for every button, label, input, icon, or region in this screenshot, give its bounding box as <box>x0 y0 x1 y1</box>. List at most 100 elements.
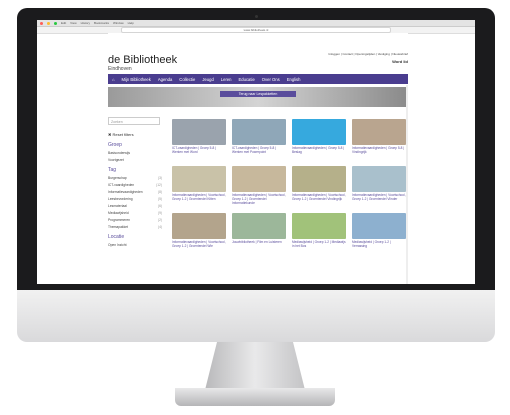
nav-item[interactable]: Mijn Bibliotheek <box>122 77 151 82</box>
lesson-card[interactable]: Informatievaardigheden | Voortschool, Gr… <box>172 213 226 252</box>
filter-item-count: (4) <box>157 225 162 229</box>
logo[interactable]: de Bibliotheek <box>108 55 177 66</box>
filter-item[interactable]: Programmeren (2) <box>108 218 162 222</box>
lesson-thumbnail[interactable] <box>352 213 406 239</box>
lesson-thumbnail[interactable] <box>172 166 226 192</box>
reset-label: Reset filters <box>112 132 134 137</box>
scrollbar[interactable] <box>406 85 408 284</box>
lesson-title[interactable]: ICT-vaardigheden | Groep 5-8 | Werken me… <box>172 146 226 158</box>
lesson-card[interactable]: Jouwbibliotheek | Film en Luisteren <box>232 213 286 252</box>
monitor-base <box>175 388 335 406</box>
back-button[interactable]: Terug naar Lespakketten <box>220 91 296 97</box>
lesson-title[interactable]: Jouwbibliotheek | Film en Luisteren <box>232 240 286 252</box>
filter-item-label: Informatievaardigheden <box>108 190 143 194</box>
filter-item[interactable]: Voortgezet <box>108 158 162 162</box>
lesson-title[interactable]: Informatievaardigheden | Voortschool, Gr… <box>292 193 346 205</box>
filter-item[interactable]: Mediawijsheid (9) <box>108 211 162 215</box>
menu-item[interactable]: History <box>81 21 90 25</box>
nav-item[interactable]: Collectie <box>179 77 195 82</box>
filter-item-label: Basisonderwijs <box>108 151 130 155</box>
home-icon[interactable]: ⌂ <box>112 77 115 82</box>
lesson-title[interactable]: Informatievaardigheden | Voortschool, Gr… <box>352 193 406 205</box>
lesson-card[interactable]: ICT-vaardigheden | Groep 5-8 | Werken me… <box>172 119 226 158</box>
minimize-icon[interactable] <box>47 21 50 25</box>
filter-item-count: (3) <box>157 176 162 180</box>
monitor-chin <box>17 290 495 342</box>
filter-item[interactable]: Leesbevordering (5) <box>108 197 162 201</box>
filter-item-count: (2) <box>157 218 162 222</box>
lesson-card[interactable]: Mediawijsheid | Groep 1-2 | Verrassing <box>352 213 406 252</box>
filter-item-label: Programmeren <box>108 218 130 222</box>
join-link[interactable]: Word lid <box>392 59 408 64</box>
lesson-title[interactable]: Mediawijsheid | Groep 1-2 | Mediawijs in… <box>292 240 346 252</box>
nav-item[interactable]: Jeugd <box>202 77 213 82</box>
lesson-thumbnail[interactable] <box>172 213 226 239</box>
lesson-thumbnail[interactable] <box>292 119 346 145</box>
nav-item[interactable]: Agenda <box>158 77 172 82</box>
lesson-thumbnail[interactable] <box>232 119 286 145</box>
lesson-thumbnail[interactable] <box>232 213 286 239</box>
nav-item[interactable]: Over Ons <box>262 77 280 82</box>
zoom-icon[interactable] <box>54 21 57 25</box>
lesson-thumbnail[interactable] <box>292 213 346 239</box>
lesson-card[interactable]: Informatievaardigheden | Voortschool, Gr… <box>232 166 286 205</box>
filter-item-label: Burgerschap <box>108 176 127 180</box>
filter-item-count: (12) <box>156 183 162 187</box>
filter-sidebar: Zoeken ✖ Reset filters Groep Basisonderwi… <box>108 117 166 282</box>
lesson-thumbnail[interactable] <box>172 119 226 145</box>
lesson-title[interactable]: Informatievaardigheden | Voortschool, Gr… <box>172 193 226 205</box>
filter-item[interactable]: Burgerschap (3) <box>108 176 162 180</box>
lesson-card[interactable]: Mediawijsheid | Groep 1-2 | Mediawijs in… <box>292 213 346 252</box>
lesson-card[interactable]: Informatievaardigheden | Groep 5-8 | Vin… <box>352 119 406 158</box>
filter-item[interactable]: Themapakket (4) <box>108 225 162 229</box>
imac-mockup: Edit View History Bookmarks Window Help … <box>0 0 510 415</box>
top-links[interactable]: Inloggen | Contact | Openingstijden | Ve… <box>329 52 409 56</box>
filter-item[interactable]: Open Inzicht <box>108 243 162 247</box>
lesson-card[interactable]: Informatievaardigheden | Groep 5-8 | Bes… <box>292 119 346 158</box>
lesson-card[interactable]: Informatievaardigheden | Voortschool, Gr… <box>172 166 226 205</box>
filter-item[interactable]: Basisonderwijs <box>108 151 162 155</box>
lesson-title[interactable]: Informatievaardigheden | Voortschool, Gr… <box>232 193 286 205</box>
menu-item[interactable]: Bookmarks <box>94 21 109 25</box>
hero-banner: Terug naar Lespakketten <box>108 87 408 107</box>
menu-item[interactable]: Edit <box>61 21 66 25</box>
lesson-card[interactable]: ICT-vaardigheden | Groep 5-8 | Werken me… <box>232 119 286 158</box>
filter-item-count: (8) <box>157 190 162 194</box>
menu-item[interactable]: View <box>70 21 76 25</box>
lesson-title[interactable]: ICT-vaardigheden | Groep 5-8 | Werken me… <box>232 146 286 158</box>
filter-item[interactable]: Lesmateriaal (6) <box>108 204 162 208</box>
monitor-stand <box>205 342 305 390</box>
browser-window: Edit View History Bookmarks Window Help … <box>37 20 475 284</box>
lesson-thumbnail[interactable] <box>232 166 286 192</box>
filter-item[interactable]: ICT-vaardigheden (12) <box>108 183 162 187</box>
filter-group-title: Tag <box>108 167 117 173</box>
filter-item-count: (6) <box>157 204 162 208</box>
filter-groups: Groep Basisonderwijs Voortgezet Tag Burgersc… <box>108 142 166 247</box>
lesson-card[interactable]: Informatievaardigheden | Voortschool, Gr… <box>292 166 346 205</box>
lesson-title[interactable]: Informatievaardigheden | Groep 5-8 | Bes… <box>292 146 346 158</box>
close-icon: ✖ <box>108 132 112 137</box>
nav-item[interactable]: Educatie <box>239 77 255 82</box>
lesson-title[interactable]: Informatievaardigheden | Voortschool, Gr… <box>172 240 226 252</box>
lesson-grid: ICT-vaardigheden | Groep 5-8 | Werken me… <box>172 119 406 252</box>
close-icon[interactable] <box>40 21 43 25</box>
lesson-thumbnail[interactable] <box>292 166 346 192</box>
lesson-thumbnail[interactable] <box>352 166 406 192</box>
filter-item[interactable]: Informatievaardigheden (8) <box>108 190 162 194</box>
filter-item-label: ICT-vaardigheden <box>108 183 135 187</box>
search-input[interactable]: Zoeken <box>108 117 160 125</box>
lesson-card[interactable]: Informatievaardigheden | Voortschool, Gr… <box>352 166 406 205</box>
lesson-title[interactable]: Mediawijsheid | Groep 1-2 | Verrassing <box>352 240 406 252</box>
nav-item[interactable]: Leren <box>221 77 232 82</box>
nav-item[interactable]: English <box>287 77 301 82</box>
filter-item-count: (5) <box>157 197 162 201</box>
lesson-title[interactable]: Informatievaardigheden | Groep 5-8 | Vin… <box>352 146 406 158</box>
menu-item[interactable]: Help <box>128 21 134 25</box>
reset-filters-button[interactable]: ✖ Reset filters <box>108 132 166 137</box>
filter-item-label: Lesmateriaal <box>108 204 127 208</box>
logo-subtitle: Eindhoven <box>108 66 132 72</box>
filter-item-label: Mediawijsheid <box>108 211 129 215</box>
lesson-thumbnail[interactable] <box>352 119 406 145</box>
menu-item[interactable]: Window <box>113 21 124 25</box>
web-page: Inloggen | Contact | Openingstijden | Ve… <box>108 33 408 284</box>
